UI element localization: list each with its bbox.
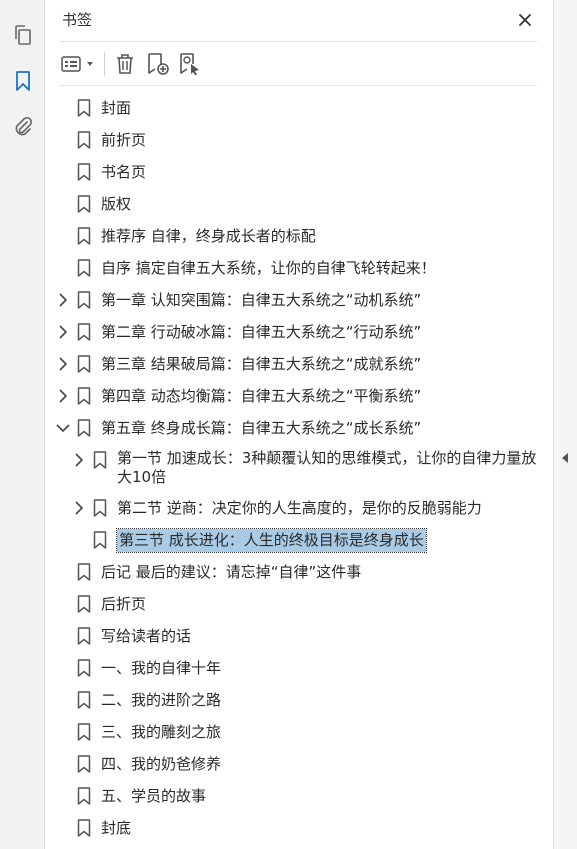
bookmark-item[interactable]: 后折页 (45, 588, 553, 620)
bookmark-icon (77, 691, 91, 709)
bookmark-icon (77, 387, 91, 405)
pages-icon[interactable] (8, 20, 38, 50)
bookmark-label: 书名页 (101, 163, 147, 181)
bookmark-item[interactable]: 写给读者的话 (45, 620, 553, 652)
bookmark-icon (77, 163, 91, 181)
bookmark-label: 前折页 (101, 131, 147, 149)
bookmark-item[interactable]: 第二章 行动破冰篇：自律五大系统之“行动系统” (45, 316, 553, 348)
bookmark-icon (77, 755, 91, 773)
bookmark-icon (77, 323, 91, 341)
bookmark-label: 第三节 成长进化：人生的终极目标是终身成长 (116, 528, 427, 553)
bookmark-icon (77, 355, 91, 373)
navigation-rail (0, 0, 45, 849)
bookmark-label: 三、我的雕刻之旅 (101, 723, 222, 741)
bookmark-icon (77, 819, 91, 837)
toolbar-divider-line (59, 85, 537, 86)
chevron-right-icon[interactable] (55, 356, 71, 372)
bookmark-item[interactable]: 五、学员的故事 (45, 780, 553, 812)
bookmark-label: 五、学员的故事 (101, 787, 207, 805)
bookmark-label: 封底 (101, 819, 132, 837)
bookmark-from-selection-button[interactable] (175, 48, 205, 80)
bookmark-item[interactable]: 第三章 结果破局篇：自律五大系统之“成就系统” (45, 348, 553, 380)
bookmark-item[interactable]: 第四章 动态均衡篇：自律五大系统之“平衡系统” (45, 380, 553, 412)
bookmark-label: 二、我的进阶之路 (101, 691, 222, 709)
bookmark-item[interactable]: 二、我的进阶之路 (45, 684, 553, 716)
trash-icon (117, 54, 133, 74)
bookmark-icon (77, 259, 91, 277)
chevron-right-icon[interactable] (55, 324, 71, 340)
bookmark-icon (77, 627, 91, 645)
collapse-arrow-icon[interactable] (560, 452, 570, 464)
bookmark-icon (77, 787, 91, 805)
bookmarks-panel: 书签 封面 前折页 书名页 版权 推荐序 自律，终身成长者的标配 自序 搞定自律… (45, 0, 553, 849)
bookmark-icon (77, 723, 91, 741)
bookmark-label: 自序 搞定自律五大系统，让你的自律飞轮转起来！ (101, 259, 436, 277)
bookmark-icon (77, 99, 91, 117)
bookmark-toolbar (59, 48, 537, 80)
bookmark-label: 第四章 动态均衡篇：自律五大系统之“平衡系统” (101, 387, 422, 405)
bookmark-item[interactable]: 前折页 (45, 124, 553, 156)
attachment-icon[interactable] (8, 112, 38, 142)
bookmark-tree: 封面前折页书名页版权推荐序 自律，终身成长者的标配自序 搞定自律五大系统，让你的… (45, 92, 553, 844)
bookmark-label: 写给读者的话 (101, 627, 192, 645)
bookmark-icon (93, 531, 107, 549)
chevron-right-icon[interactable] (55, 388, 71, 404)
bookmark-item[interactable]: 版权 (45, 188, 553, 220)
bookmark-item[interactable]: 第一章 认知突围篇：自律五大系统之“动机系统” (45, 284, 553, 316)
bookmark-icon (77, 595, 91, 613)
bookmark-icon (77, 291, 91, 309)
bookmark-label: 后折页 (101, 595, 147, 613)
bookmark-item[interactable]: 第五章 终身成长篇：自律五大系统之“成长系统” (45, 412, 553, 444)
bookmark-icon (77, 563, 91, 581)
bookmark-item[interactable]: 一、我的自律十年 (45, 652, 553, 684)
chevron-right-icon[interactable] (55, 292, 71, 308)
bookmark-item[interactable]: 三、我的雕刻之旅 (45, 716, 553, 748)
new-bookmark-button[interactable] (143, 48, 173, 80)
chevron-down-icon[interactable] (55, 420, 71, 436)
bookmark-label: 第一章 认知突围篇：自律五大系统之“动机系统” (101, 291, 422, 309)
options-menu-button[interactable] (59, 48, 99, 80)
header-divider (59, 41, 537, 42)
bookmark-item[interactable]: 第二节 逆商：决定你的人生高度的，是你的反脆弱能力 (45, 492, 553, 524)
bookmark-label: 四、我的奶爸修养 (101, 755, 222, 773)
bookmark-icon (93, 499, 107, 517)
bookmark-item[interactable]: 自序 搞定自律五大系统，让你的自律飞轮转起来！ (45, 252, 553, 284)
delete-bookmark-button[interactable] (111, 48, 139, 80)
bookmark-item[interactable]: 第一节 加速成长：3种颠覆认知的思维模式，让你的自律力量放大10倍 (45, 444, 553, 492)
options-icon (61, 56, 93, 72)
bookmark-item[interactable]: 封底 (45, 812, 553, 844)
bookmark-item[interactable]: 第三节 成长进化：人生的终极目标是终身成长 (45, 524, 553, 556)
bookmark-label: 后记 最后的建议：请忘掉“自律”这件事 (101, 563, 362, 581)
bookmark-item[interactable]: 四、我的奶爸修养 (45, 748, 553, 780)
bookmark-icon (77, 419, 91, 437)
bookmark-icon (77, 195, 91, 213)
bookmark-icon (93, 451, 107, 469)
bookmark-label: 第一节 加速成长：3种颠覆认知的思维模式，让你的自律力量放大10倍 (117, 449, 537, 486)
bookmark-label: 第二章 行动破冰篇：自律五大系统之“行动系统” (101, 323, 422, 341)
bookmark-item[interactable]: 书名页 (45, 156, 553, 188)
close-panel-button[interactable] (513, 8, 537, 32)
chevron-right-icon[interactable] (71, 500, 87, 516)
panel-title: 书签 (62, 11, 93, 29)
bookmark-label: 第五章 终身成长篇：自律五大系统之“成长系统” (101, 419, 422, 437)
panel-splitter[interactable] (553, 0, 577, 849)
bookmark-icon[interactable] (8, 66, 38, 96)
bookmark-label: 推荐序 自律，终身成长者的标配 (101, 227, 316, 245)
bookmark-icon (77, 659, 91, 677)
chevron-right-icon[interactable] (71, 452, 87, 468)
bookmark-label: 封面 (101, 99, 132, 117)
bookmark-from-selection-icon (180, 53, 199, 75)
toolbar-divider (104, 52, 105, 76)
new-bookmark-icon (148, 53, 169, 75)
bookmark-label: 版权 (101, 195, 132, 213)
bookmark-label: 第二节 逆商：决定你的人生高度的，是你的反脆弱能力 (117, 499, 482, 517)
bookmark-item[interactable]: 推荐序 自律，终身成长者的标配 (45, 220, 553, 252)
bookmark-label: 第三章 结果破局篇：自律五大系统之“成就系统” (101, 355, 422, 373)
close-icon (519, 14, 531, 26)
bookmark-label: 一、我的自律十年 (101, 659, 222, 677)
bookmark-icon (77, 227, 91, 245)
bookmark-item[interactable]: 封面 (45, 92, 553, 124)
bookmark-item[interactable]: 后记 最后的建议：请忘掉“自律”这件事 (45, 556, 553, 588)
bookmark-icon (77, 131, 91, 149)
